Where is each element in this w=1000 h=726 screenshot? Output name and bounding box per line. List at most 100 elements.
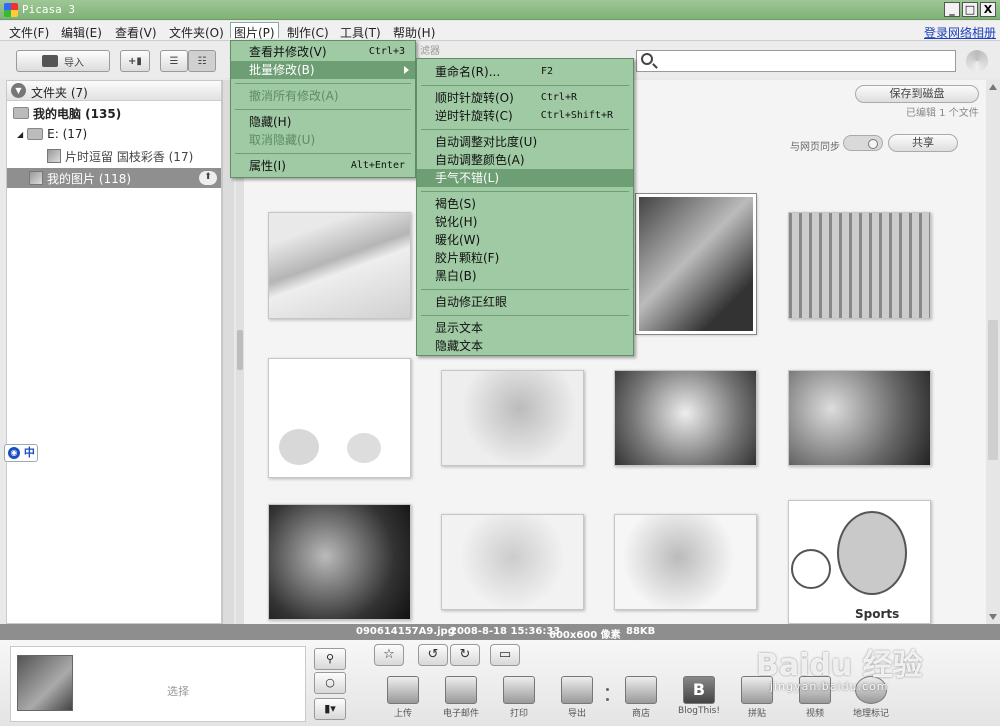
login-web-albums-link[interactable]: 登录网络相册 (924, 24, 996, 41)
photo-thumbnail[interactable] (268, 358, 411, 478)
export-folder-icon (561, 676, 593, 704)
status-filesize: 88KB (626, 626, 656, 637)
tree-label: 我的电脑 (135) (33, 106, 122, 121)
rotate-left-button[interactable]: ↺ (418, 644, 448, 666)
tray-selection-box: 选择 (10, 646, 306, 722)
menu-item-rename[interactable]: 重命名(R)... F2 (417, 63, 633, 81)
album-icon (47, 149, 61, 163)
search-input[interactable] (636, 50, 956, 72)
menu-edit[interactable]: 编辑(E) (58, 23, 105, 40)
menu-item-film-grain[interactable]: 胶片颗粒(F) (417, 249, 633, 267)
menu-item-show-text[interactable]: 显示文本 (417, 319, 633, 337)
menu-picture[interactable]: 图片(P) (230, 22, 279, 40)
menu-item-auto-red-eye[interactable]: 自动修正红眼 (417, 293, 633, 311)
scroll-up-icon[interactable] (989, 84, 997, 90)
collapse-arrow-icon[interactable]: ▼ (11, 83, 26, 98)
menu-item-auto-color[interactable]: 自动调整颜色(A) (417, 151, 633, 169)
tree-view-button[interactable]: ☷ (188, 50, 216, 72)
loading-spinner-icon (966, 50, 988, 72)
star-button[interactable]: ☆ (374, 644, 404, 666)
photo-thumbnail[interactable] (268, 212, 411, 319)
photo-grid-scrollbar[interactable] (986, 80, 1000, 624)
menu-item-hide[interactable]: 隐藏(H) (231, 113, 415, 131)
tree-item-drive-e[interactable]: ◢ E: (17) (17, 124, 87, 144)
menu-item-sharpen[interactable]: 锐化(H) (417, 213, 633, 231)
sports-caption: Sports (855, 607, 900, 621)
minimize-button[interactable]: _ (944, 2, 960, 17)
menu-item-warmify[interactable]: 暖化(W) (417, 231, 633, 249)
folder-list-header[interactable]: ▼ 文件夹 (7) (7, 81, 221, 101)
menu-view[interactable]: 查看(V) (112, 23, 160, 40)
menu-help[interactable]: 帮助(H) (390, 23, 438, 40)
menu-item-label: 取消隐藏(U) (249, 133, 316, 147)
window-title: Picasa 3 (22, 3, 75, 16)
menu-separator (421, 315, 629, 316)
tree-item-my-computer[interactable]: 我的电脑 (135) (13, 103, 121, 123)
upload-arrow-icon (387, 676, 419, 704)
menu-item-batch-edit[interactable]: 批量修改(B) (231, 61, 415, 79)
print-action[interactable]: 打印 (494, 676, 544, 719)
list-view-button[interactable]: ☰ (160, 50, 188, 72)
caption-button[interactable]: ▭ (490, 644, 520, 666)
upload-icon[interactable]: ⬆ (199, 171, 217, 185)
export-action[interactable]: 导出 (552, 676, 602, 719)
photo-thumbnail[interactable] (441, 370, 584, 466)
import-button[interactable]: 导入 (16, 50, 110, 72)
menu-item-view-edit[interactable]: 查看并修改(V) Ctrl+3 (231, 43, 415, 61)
rotate-right-button[interactable]: ↻ (450, 644, 480, 666)
menu-item-properties[interactable]: 属性(I) Alt+Enter (231, 157, 415, 175)
picture-menu-dropdown: 查看并修改(V) Ctrl+3 批量修改(B) 撤消所有修改(A) 隐藏(H) … (230, 40, 416, 178)
photo-thumbnail[interactable]: Sports (788, 500, 931, 624)
tray-select-label: 选择 (167, 685, 189, 698)
sync-web-label: 与网页同步 (790, 142, 840, 153)
title-bar: Picasa 3 _ □ X (0, 0, 1000, 20)
menu-item-feeling-lucky[interactable]: 手气不错(L) (417, 169, 633, 187)
photo-thumbnail[interactable] (614, 370, 757, 466)
scroll-thumb[interactable] (988, 320, 998, 460)
tree-item-my-pictures[interactable]: 我的图片 (118) ⬆ (7, 168, 221, 188)
upload-action[interactable]: 上传 (378, 676, 428, 719)
maximize-button[interactable]: □ (962, 2, 978, 17)
share-button[interactable]: 共享 (888, 134, 958, 152)
photo-thumbnail[interactable] (788, 212, 931, 319)
menu-item-black-white[interactable]: 黑白(B) (417, 267, 633, 285)
menu-item-hide-text[interactable]: 隐藏文本 (417, 337, 633, 355)
clear-tray-button[interactable]: ○ (314, 672, 346, 694)
hold-pin-button[interactable]: ⚲ (314, 648, 346, 670)
folder-icon (13, 107, 29, 119)
ime-icon: ◉ (8, 447, 20, 459)
folder-header-label: 文件夹 (7) (31, 86, 88, 100)
blogthis-action[interactable]: B BlogThis! (674, 676, 724, 716)
email-action[interactable]: 电子邮件 (436, 676, 486, 719)
photo-thumbnail[interactable] (614, 514, 757, 610)
menu-item-undo-all: 撤消所有修改(A) (231, 87, 415, 105)
menu-item-accel: Ctrl+R (540, 92, 577, 103)
menu-item-rotate-ccw[interactable]: 逆时针旋转(C) Ctrl+Shift+R (417, 107, 633, 125)
menu-item-auto-contrast[interactable]: 自动调整对比度(U) (417, 133, 633, 151)
photo-thumbnail[interactable] (788, 370, 931, 466)
menu-create[interactable]: 制作(C) (284, 23, 332, 40)
menu-tools[interactable]: 工具(T) (337, 23, 384, 40)
menu-folder[interactable]: 文件夹(O) (166, 23, 227, 40)
close-button[interactable]: X (980, 2, 996, 17)
photo-thumbnail[interactable] (635, 193, 757, 335)
shop-action[interactable]: 商店 (616, 676, 666, 719)
menu-item-accel: Ctrl+Shift+R (540, 110, 613, 121)
menu-separator (235, 153, 411, 154)
tree-item-album[interactable]: 片时逗留 国枝彩香 (17) (47, 146, 193, 166)
sync-web-toggle[interactable] (843, 135, 883, 151)
ime-indicator[interactable]: ◉ 中 (4, 444, 38, 462)
add-to-album-button[interactable]: +▮ (120, 50, 150, 72)
menu-item-sepia[interactable]: 褐色(S) (417, 195, 633, 213)
menu-file[interactable]: 文件(F) (6, 23, 52, 40)
splitter-grip[interactable] (237, 330, 243, 370)
photo-thumbnail[interactable] (268, 504, 411, 620)
save-to-disk-button[interactable]: 保存到磁盘 (855, 85, 979, 103)
menu-item-rotate-cw[interactable]: 顺时针旋转(O) Ctrl+R (417, 89, 633, 107)
photo-thumbnail[interactable] (441, 514, 584, 610)
tray-photo-thumbnail[interactable] (17, 655, 73, 711)
add-to-album-dropdown[interactable]: ▮▾ (314, 698, 346, 720)
menu-item-unhide: 取消隐藏(U) (231, 131, 415, 149)
scroll-down-icon[interactable] (989, 614, 997, 620)
menu-item-label: 黑白(B) (435, 269, 477, 283)
